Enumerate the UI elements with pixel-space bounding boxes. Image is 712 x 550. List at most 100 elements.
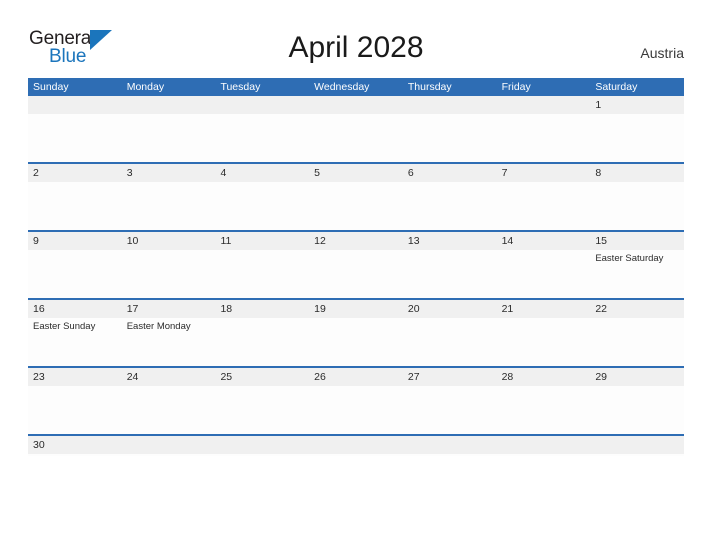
weekday-header-tuesday: Tuesday (220, 81, 261, 93)
calendar-week-row: 30 (28, 434, 685, 456)
day-number (496, 96, 591, 114)
day-cell-25[interactable]: 25 (215, 368, 310, 434)
weekday-header-wednesday: Wednesday (314, 81, 370, 93)
day-cell-23[interactable]: 23 (28, 368, 122, 434)
weekday-header-row: Sunday Monday Tuesday Wednesday Thursday Frid… (28, 78, 684, 96)
day-cell-16[interactable]: 16 Easter Sunday (28, 300, 122, 366)
day-events (309, 250, 403, 298)
day-number: 24 (121, 368, 216, 386)
day-events (497, 454, 591, 456)
day-cell-6[interactable]: 6 (402, 164, 497, 230)
day-events (590, 114, 684, 162)
day-cell-27[interactable]: 27 (402, 368, 497, 434)
day-cell-empty (402, 96, 497, 162)
calendar-week-row: 2345678 (28, 162, 685, 230)
day-events (590, 318, 684, 366)
day-cell-empty (121, 436, 216, 456)
day-cell-17[interactable]: 17 Easter Monday (121, 300, 216, 366)
day-number: 10 (121, 232, 216, 250)
day-cell-4[interactable]: 4 (215, 164, 310, 230)
day-cell-20[interactable]: 20 (402, 300, 497, 366)
day-cell-1[interactable]: 1 (590, 96, 685, 162)
day-number (215, 436, 310, 454)
day-number: 12 (309, 232, 403, 250)
day-number: 26 (309, 368, 403, 386)
day-number: 22 (590, 300, 685, 318)
week-cells: 1 (28, 96, 685, 162)
day-events (403, 454, 497, 456)
day-cell-22[interactable]: 22 (590, 300, 685, 366)
day-events (309, 114, 403, 162)
day-cell-12[interactable]: 12 (309, 232, 403, 298)
day-number: 16 (28, 300, 122, 318)
day-cell-30[interactable]: 30 (28, 436, 122, 456)
week-cells: 30 (28, 436, 685, 456)
day-number: 19 (309, 300, 403, 318)
day-cell-3[interactable]: 3 (121, 164, 216, 230)
day-number: 6 (402, 164, 497, 182)
day-cell-29[interactable]: 29 (590, 368, 685, 434)
day-cell-5[interactable]: 5 (309, 164, 403, 230)
day-events (309, 454, 403, 456)
holiday-event: Easter Saturday (595, 253, 664, 264)
day-number: 2 (28, 164, 122, 182)
day-cell-26[interactable]: 26 (309, 368, 403, 434)
day-number: 28 (496, 368, 591, 386)
day-number: 20 (402, 300, 497, 318)
day-events (403, 386, 497, 434)
day-cell-21[interactable]: 21 (496, 300, 591, 366)
day-events (497, 250, 591, 298)
day-events (403, 318, 497, 366)
day-events (590, 182, 684, 230)
calendar-week-row: 16 Easter Sunday 17 Easter Monday 18 19 20 21 22 (28, 298, 685, 366)
day-number (28, 96, 122, 114)
day-number: 25 (215, 368, 310, 386)
day-cell-2[interactable]: 2 (28, 164, 122, 230)
day-cell-7[interactable]: 7 (496, 164, 591, 230)
day-cell-24[interactable]: 24 (121, 368, 216, 434)
day-events (28, 182, 122, 230)
day-cell-empty (215, 96, 310, 162)
week-cells: 9 10 11 12 13 14 15 Easter Saturday (28, 232, 685, 298)
day-cell-19[interactable]: 19 (309, 300, 403, 366)
day-cell-13[interactable]: 13 (402, 232, 497, 298)
day-events (590, 454, 684, 456)
weekday-header-monday: Monday (126, 81, 165, 93)
day-events (497, 182, 591, 230)
day-cell-empty (496, 436, 591, 456)
day-cell-15[interactable]: 15 Easter Saturday (590, 232, 685, 298)
page-header: General Blue April 2028 Austria (0, 0, 712, 78)
day-number: 11 (215, 232, 310, 250)
day-events (215, 318, 309, 366)
day-events (309, 386, 403, 434)
day-cell-8[interactable]: 8 (590, 164, 685, 230)
day-number (402, 436, 497, 454)
day-number: 21 (496, 300, 591, 318)
day-number (309, 96, 403, 114)
holiday-event: Easter Monday (126, 321, 191, 332)
day-cell-9[interactable]: 9 (28, 232, 122, 298)
day-events (122, 454, 216, 456)
day-events (215, 182, 309, 230)
day-events (497, 386, 591, 434)
day-events (28, 250, 122, 298)
page-title: April 2028 (288, 31, 424, 64)
day-cell-10[interactable]: 10 (121, 232, 216, 298)
day-cell-28[interactable]: 28 (496, 368, 591, 434)
day-events (590, 386, 684, 434)
calendar-page: General Blue April 2028 Austria Sunday Mo… (0, 0, 712, 550)
day-cell-18[interactable]: 18 (215, 300, 310, 366)
day-number: 14 (496, 232, 591, 250)
day-number (121, 96, 216, 114)
day-events (215, 114, 309, 162)
day-cell-empty (215, 436, 310, 456)
day-cell-11[interactable]: 11 (215, 232, 310, 298)
day-events (215, 386, 309, 434)
day-events (309, 318, 403, 366)
calendar-week-row: 9 10 11 12 13 14 15 Easter Saturday (28, 230, 685, 298)
weekday-header-saturday: Saturday (595, 81, 638, 93)
day-number: 18 (215, 300, 310, 318)
day-events (215, 454, 309, 456)
day-cell-14[interactable]: 14 (496, 232, 591, 298)
calendar-weeks: 1 2 3 4 5 6 7 8 9 10 11 12 13 14 15 Easter Saturday 16 Ea… (28, 96, 685, 456)
